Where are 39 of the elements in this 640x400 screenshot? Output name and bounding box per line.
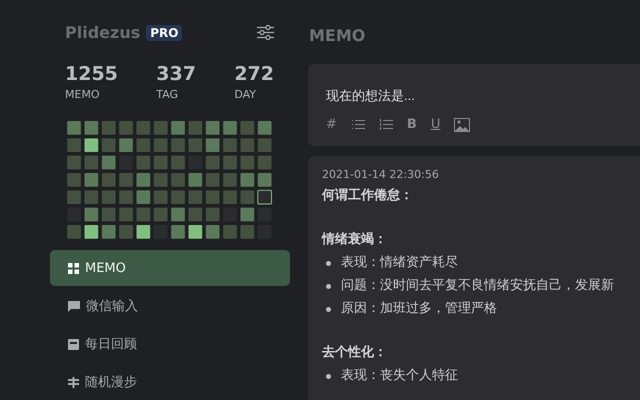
image-icon[interactable] [454, 118, 470, 132]
memo-bullet-text: 表现：丧失个人特征 [341, 367, 458, 385]
stat-value: 1255 [65, 62, 118, 86]
settings-icon[interactable] [257, 25, 274, 40]
stat-value: 272 [234, 62, 274, 86]
bullet-dot [326, 374, 331, 378]
memo-input-field[interactable]: 现在的想法是... [326, 88, 586, 103]
memo-heading: 去个性化： [322, 344, 388, 362]
memo-bullet-text: 原因：加班过多，管理严格 [341, 300, 497, 318]
nav-item[interactable]: MEMO [50, 250, 290, 286]
pro-badge: PRO [146, 24, 182, 41]
brand-name: Plidezus [65, 23, 140, 42]
stat-label: DAY [234, 88, 257, 101]
grid-icon [68, 262, 79, 274]
bullet-list-icon[interactable] [350, 119, 365, 130]
memo-bullet-text: 表现：情绪资产耗尽 [341, 254, 458, 272]
nav-item[interactable]: 微信输入 [50, 288, 290, 324]
underline-button[interactable]: U [430, 117, 440, 132]
nav-item[interactable]: 随机漫步 [50, 364, 290, 400]
chat-icon [68, 300, 80, 312]
bullet-dot [326, 260, 331, 266]
nav-label: MEMO [85, 260, 126, 276]
memo-bullet-text: 问题：没时间去平复不良情绪安抚自己，发展新 [341, 277, 614, 295]
numbered-list-icon[interactable] [378, 119, 393, 130]
memo-heading: 何谓工作倦怠： [322, 187, 414, 205]
bold-button[interactable]: B [406, 117, 417, 132]
stat-value: 337 [156, 62, 196, 86]
stat-label: TAG [156, 88, 179, 101]
nav-label: 每日回顾 [85, 336, 137, 353]
nav-label: 微信输入 [86, 298, 138, 315]
memo-timestamp: 2021-01-14 22:30:56 [322, 168, 440, 181]
bullet-dot [326, 284, 331, 288]
stat-label: MEMO [65, 88, 101, 101]
memo-heading: 情绪衰竭： [322, 231, 388, 249]
page-title: MEMO [308, 25, 366, 47]
nav-label: 随机漫步 [85, 374, 137, 391]
bullet-dot [326, 306, 331, 312]
nav-item[interactable]: 每日回顾 [50, 326, 290, 362]
tag-button[interactable]: # [326, 117, 337, 132]
